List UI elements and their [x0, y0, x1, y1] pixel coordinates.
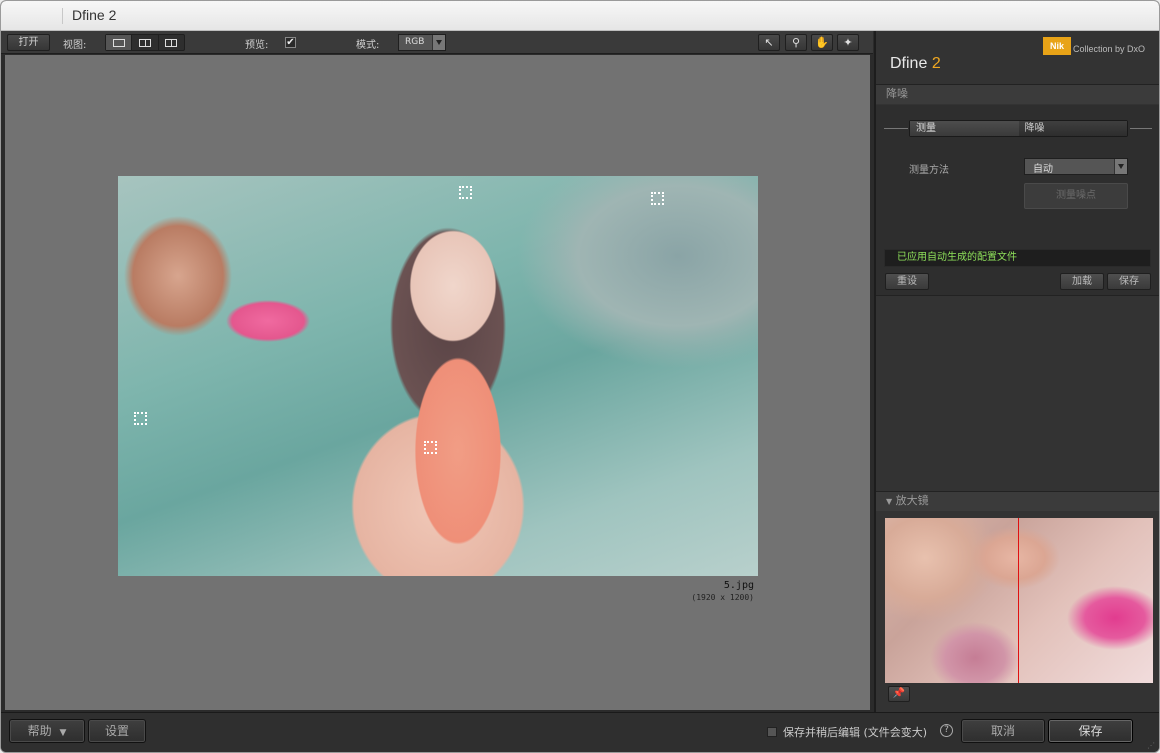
title-separator	[62, 8, 63, 24]
save-then-edit-label: 保存并稍后编辑 (文件会变大)	[783, 726, 928, 739]
resize-grip-icon[interactable]: ⋰	[1147, 741, 1155, 750]
question-icon[interactable]: ?	[940, 724, 953, 737]
open-button[interactable]: 打开	[7, 34, 50, 51]
measure-point-marker[interactable]	[134, 412, 147, 425]
loupe-view[interactable]	[885, 518, 1153, 683]
save-button[interactable]: 保存	[1048, 719, 1133, 743]
measure-point-marker[interactable]	[424, 441, 437, 454]
reset-button[interactable]: 重设	[885, 273, 929, 290]
save-profile-button[interactable]: 保存	[1107, 273, 1151, 290]
method-select-value: 自动	[1033, 164, 1053, 175]
brand-caption: Collection by DxO	[1073, 44, 1146, 54]
measure-reduce-tabs: 测量 降噪	[909, 120, 1128, 137]
loupe-title: 放大镜	[895, 494, 929, 507]
right-panel: Nik Collection by DxO Dfine 2 降噪 测量 降噪 测…	[874, 31, 1159, 712]
denoise-panel: 测量 降噪 测量方法 自动 测量噪点 已应用自动生成的配置文件 重设 加载 保存	[876, 105, 1159, 296]
window-title: Dfine 2	[72, 7, 117, 23]
status-message: 已应用自动生成的配置文件	[884, 249, 1151, 267]
single-view-icon	[112, 38, 125, 47]
pin-loupe-button[interactable]: 📌	[888, 686, 910, 702]
side-by-side-view-icon	[165, 38, 178, 47]
side-by-side-view-button[interactable]	[159, 35, 184, 50]
hand-tool-button[interactable]: ✋	[811, 34, 833, 51]
triangle-down-icon: ▼	[886, 497, 893, 506]
measure-point-marker[interactable]	[651, 192, 664, 205]
tab-measure[interactable]: 测量	[910, 121, 1019, 136]
help-button[interactable]: 帮助 ▼	[9, 719, 85, 743]
help-label: 帮助	[27, 724, 52, 738]
preview-label: 预览:	[245, 40, 269, 51]
settings-button[interactable]: 设置	[88, 719, 146, 743]
split-view-icon	[138, 38, 151, 47]
load-button[interactable]: 加载	[1060, 273, 1104, 290]
tab-reduce[interactable]: 降噪	[1018, 121, 1127, 136]
image-canvas[interactable]: 5.jpg (1920 x 1200)	[5, 55, 870, 710]
product-version: 2	[931, 55, 941, 72]
arrow-icon: ↖	[764, 36, 774, 49]
method-label: 测量方法	[909, 165, 949, 176]
view-label: 视图:	[63, 40, 87, 51]
save-then-edit-checkbox[interactable]	[767, 727, 777, 737]
title-bar: Dfine 2	[1, 1, 1159, 31]
mode-label: 模式:	[356, 40, 380, 51]
mode-select-value: RGB	[405, 37, 425, 47]
loupe-section-header[interactable]: ▼ 放大镜	[876, 491, 1159, 511]
measure-point-marker[interactable]	[459, 186, 472, 199]
split-view-button[interactable]	[132, 35, 159, 50]
chevron-down-icon	[1114, 159, 1127, 174]
cancel-button[interactable]: 取消	[961, 719, 1045, 743]
chevron-down-icon	[432, 35, 445, 50]
view-mode-group	[105, 34, 185, 51]
divider	[1130, 128, 1152, 129]
preview-photo	[118, 176, 758, 576]
control-point-tool-button[interactable]: ✦	[837, 34, 859, 51]
bulb-icon: ✦	[843, 36, 853, 49]
single-view-button[interactable]	[106, 35, 133, 50]
measure-points-button[interactable]: 测量噪点	[1024, 183, 1128, 209]
loupe-split-line[interactable]	[1018, 518, 1019, 683]
zoom-icon: ⚲	[791, 36, 801, 49]
product-title: Dfine 2	[890, 55, 941, 73]
arrow-tool-button[interactable]: ↖	[758, 34, 780, 51]
file-dimensions: (1920 x 1200)	[691, 593, 754, 602]
app-window: Dfine 2 打开 视图: 预览: ✔ 模式: RGB ↖ ⚲ ✋ ✦ 5.j…	[0, 0, 1160, 753]
file-name: 5.jpg	[723, 580, 754, 591]
preview-checkbox[interactable]: ✔	[285, 37, 296, 48]
bottom-bar: 帮助 ▼ 设置 保存并稍后编辑 (文件会变大) ? 取消 保存 ⋰	[1, 712, 1159, 752]
zoom-tool-button[interactable]: ⚲	[785, 34, 807, 51]
pin-icon: 📌	[892, 688, 906, 699]
nik-logo: Nik	[1043, 37, 1071, 55]
hand-icon: ✋	[815, 36, 829, 49]
product-name: Dfine	[890, 55, 928, 72]
chevron-down-icon: ▼	[59, 728, 67, 738]
divider	[884, 128, 908, 129]
method-select[interactable]: 自动	[1024, 158, 1128, 175]
top-toolbar: 打开 视图: 预览: ✔ 模式: RGB ↖ ⚲ ✋ ✦	[1, 31, 873, 54]
denoise-section-header[interactable]: 降噪	[876, 84, 1159, 104]
mode-select[interactable]: RGB	[398, 34, 446, 51]
